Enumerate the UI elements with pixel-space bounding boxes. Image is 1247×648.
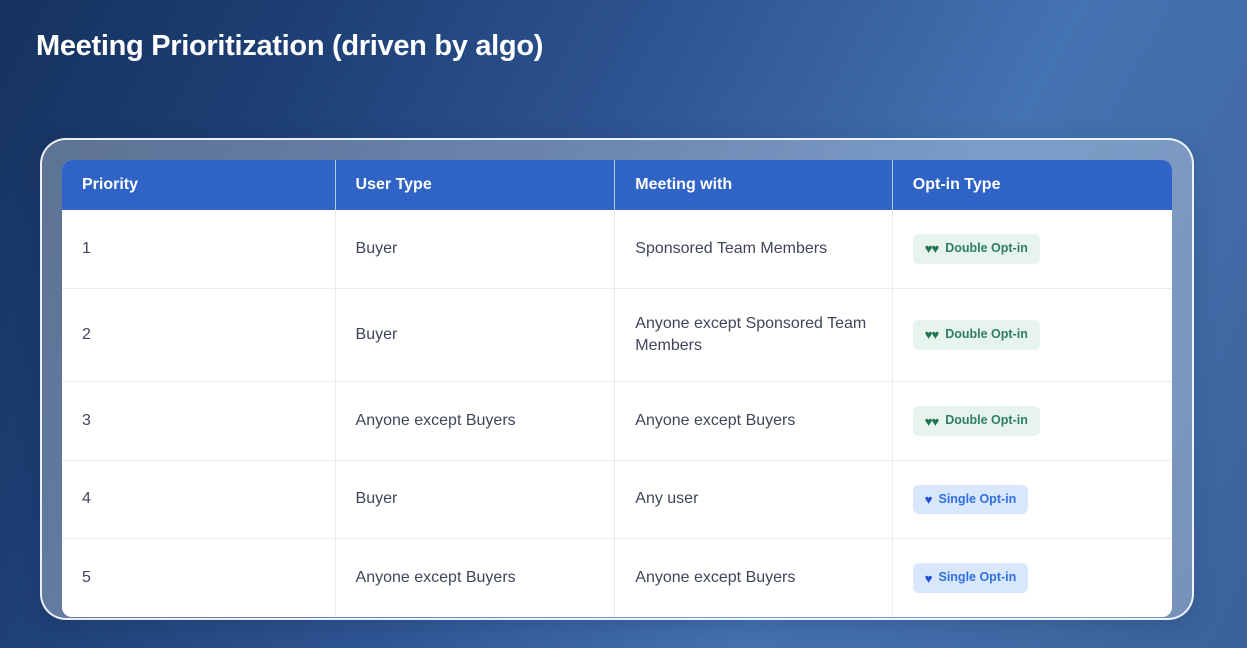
meeting-with-cell: Sponsored Team Members	[615, 210, 893, 288]
table-header-row: Priority User Type Meeting with Opt-in T…	[62, 160, 1172, 210]
user-type-cell: Buyer	[335, 210, 615, 288]
table-row: 5 Anyone except Buyers Anyone except Buy…	[62, 539, 1172, 617]
table-row: 2 Buyer Anyone except Sponsored Team Mem…	[62, 288, 1172, 382]
opt-in-cell: ♥♥ Double Opt-in	[892, 288, 1172, 382]
priority-cell: 5	[62, 539, 335, 617]
table-row: 3 Anyone except Buyers Anyone except Buy…	[62, 382, 1172, 461]
meeting-with-cell: Anyone except Sponsored Team Members	[615, 288, 893, 382]
double-heart-icon: ♥♥	[925, 242, 938, 255]
user-type-cell: Buyer	[335, 288, 615, 382]
column-header-meeting-with: Meeting with	[615, 160, 893, 210]
double-heart-icon: ♥♥	[925, 415, 938, 428]
table-card: Priority User Type Meeting with Opt-in T…	[40, 138, 1194, 620]
priority-table: Priority User Type Meeting with Opt-in T…	[62, 160, 1172, 617]
priority-cell: 2	[62, 288, 335, 382]
user-type-cell: Anyone except Buyers	[335, 382, 615, 461]
double-heart-icon: ♥♥	[925, 328, 938, 341]
user-type-cell: Anyone except Buyers	[335, 539, 615, 617]
meeting-with-cell: Anyone except Buyers	[615, 382, 893, 461]
opt-in-badge: ♥♥ Double Opt-in	[913, 234, 1040, 264]
meeting-with-cell: Any user	[615, 460, 893, 539]
priority-cell: 3	[62, 382, 335, 461]
column-header-user-type: User Type	[335, 160, 615, 210]
opt-in-badge: ♥ Single Opt-in	[913, 563, 1029, 593]
opt-in-badge: ♥ Single Opt-in	[913, 485, 1029, 515]
meeting-with-cell: Anyone except Buyers	[615, 539, 893, 617]
column-header-priority: Priority	[62, 160, 335, 210]
opt-in-badge: ♥♥ Double Opt-in	[913, 406, 1040, 436]
priority-cell: 4	[62, 460, 335, 539]
slide-title: Meeting Prioritization (driven by algo)	[36, 30, 543, 63]
opt-in-cell: ♥ Single Opt-in	[892, 539, 1172, 617]
single-heart-icon: ♥	[925, 493, 932, 506]
table-row: 4 Buyer Any user ♥ Single Opt-in	[62, 460, 1172, 539]
opt-in-cell: ♥♥ Double Opt-in	[892, 210, 1172, 288]
single-heart-icon: ♥	[925, 572, 932, 585]
priority-cell: 1	[62, 210, 335, 288]
opt-in-cell: ♥♥ Double Opt-in	[892, 382, 1172, 461]
user-type-cell: Buyer	[335, 460, 615, 539]
meeting-prioritization-table: Priority User Type Meeting with Opt-in T…	[62, 160, 1172, 617]
table-row: 1 Buyer Sponsored Team Members ♥♥ Double…	[62, 210, 1172, 288]
opt-in-badge: ♥♥ Double Opt-in	[913, 320, 1040, 350]
opt-in-cell: ♥ Single Opt-in	[892, 460, 1172, 539]
column-header-opt-in-type: Opt-in Type	[892, 160, 1172, 210]
